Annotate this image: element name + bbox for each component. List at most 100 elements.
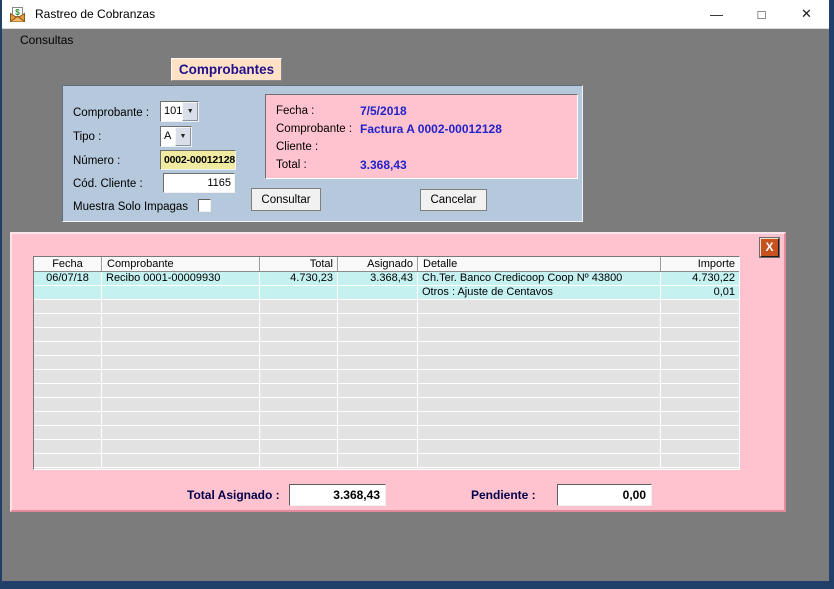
empty-row [34, 412, 739, 426]
empty-row [34, 328, 739, 342]
column-header-1[interactable]: Comprobante [102, 257, 260, 271]
empty-row [34, 356, 739, 370]
table-cell [34, 412, 102, 425]
tipo-select[interactable]: A ▼ [160, 126, 192, 147]
grid-body: 06/07/18Recibo 0001-000099304.730,233.36… [34, 272, 739, 468]
table-cell [260, 398, 338, 411]
table-cell [418, 454, 661, 467]
table-cell [661, 454, 739, 467]
muestra-solo-impagas-checkbox[interactable] [198, 199, 211, 212]
column-header-3[interactable]: Asignado [338, 257, 418, 271]
table-cell[interactable] [102, 286, 260, 299]
empty-row [34, 384, 739, 398]
desktop-background: $ Rastreo de Cobranzas — □ ✕ Consultas C… [0, 0, 834, 589]
table-cell [338, 454, 418, 467]
table-cell[interactable]: 4.730,22 [661, 272, 739, 285]
table-cell [418, 412, 661, 425]
empty-row [34, 440, 739, 454]
table-cell [34, 370, 102, 383]
table-cell [338, 412, 418, 425]
table-cell[interactable] [338, 286, 418, 299]
cliente-label: Cliente : [276, 141, 360, 153]
table-cell[interactable]: 06/07/18 [34, 272, 102, 285]
table-cell [418, 398, 661, 411]
app-window: $ Rastreo de Cobranzas — □ ✕ Consultas C… [2, 0, 829, 581]
table-cell [34, 398, 102, 411]
table-cell [260, 384, 338, 397]
chevron-down-icon[interactable]: ▼ [182, 102, 198, 121]
table-row[interactable]: 06/07/18Recibo 0001-000099304.730,233.36… [34, 272, 739, 286]
table-cell [338, 370, 418, 383]
table-cell [338, 300, 418, 313]
table-cell [102, 454, 260, 467]
table-cell [418, 300, 661, 313]
cancelar-button[interactable]: Cancelar [420, 189, 487, 211]
pendiente-field[interactable]: 0,00 [557, 484, 652, 506]
form-area: Comprobantes Comprobante : 101 ▼ Tipo : … [2, 50, 829, 581]
table-cell [418, 370, 661, 383]
comprobante-select[interactable]: 101 ▼ [160, 101, 199, 122]
total-asignado-label: Total Asignado : [187, 488, 280, 502]
table-cell [661, 300, 739, 313]
column-header-2[interactable]: Total [260, 257, 338, 271]
total-asignado-field[interactable]: 3.368,43 [289, 484, 386, 506]
table-cell [260, 454, 338, 467]
cod-cliente-input[interactable]: 1165 [163, 173, 235, 193]
table-cell [338, 328, 418, 341]
table-cell[interactable]: Ch.Ter. Banco Credicoop Coop Nº 43800 [418, 272, 661, 285]
column-header-5[interactable]: Importe [661, 257, 739, 271]
table-cell [418, 426, 661, 439]
table-cell[interactable]: 0,01 [661, 286, 739, 299]
empty-row [34, 300, 739, 314]
table-row[interactable]: Otros : Ajuste de Centavos0,01 [34, 286, 739, 300]
table-cell [34, 384, 102, 397]
table-cell [418, 384, 661, 397]
maximize-icon[interactable]: □ [739, 0, 784, 28]
table-cell [661, 328, 739, 341]
table-cell [34, 328, 102, 341]
grid-header-row: FechaComprobanteTotalAsignadoDetalleImpo… [34, 257, 739, 272]
info-row-comprobante: Comprobante : Factura A 0002-00012128 [276, 120, 577, 138]
title-bar: $ Rastreo de Cobranzas — □ ✕ [2, 0, 829, 29]
tipo-label: Tipo : [73, 131, 101, 143]
table-cell[interactable]: 4.730,23 [260, 272, 338, 285]
table-cell [338, 426, 418, 439]
table-cell [102, 426, 260, 439]
table-cell[interactable]: Recibo 0001-00009930 [102, 272, 260, 285]
table-cell[interactable]: Otros : Ajuste de Centavos [418, 286, 661, 299]
consultar-button[interactable]: Consultar [251, 188, 321, 211]
close-results-icon[interactable]: X [760, 238, 779, 257]
table-cell [661, 398, 739, 411]
svg-text:$: $ [15, 8, 20, 17]
column-header-0[interactable]: Fecha [34, 257, 102, 271]
table-cell [34, 356, 102, 369]
window-title: Rastreo de Cobranzas [35, 7, 155, 21]
table-cell [338, 440, 418, 453]
table-cell [34, 426, 102, 439]
table-cell[interactable]: 3.368,43 [338, 272, 418, 285]
info-row-fecha: Fecha : 7/5/2018 [276, 102, 577, 120]
table-cell [661, 370, 739, 383]
results-grid: FechaComprobanteTotalAsignadoDetalleImpo… [33, 256, 740, 470]
table-cell [34, 314, 102, 327]
table-cell [34, 342, 102, 355]
column-header-4[interactable]: Detalle [418, 257, 661, 271]
table-cell [260, 370, 338, 383]
chevron-down-icon[interactable]: ▼ [175, 127, 191, 146]
table-cell[interactable] [34, 286, 102, 299]
table-cell [260, 328, 338, 341]
table-cell [338, 342, 418, 355]
comprobante-info-panel: Fecha : 7/5/2018 Comprobante : Factura A… [265, 94, 578, 179]
close-icon[interactable]: ✕ [784, 0, 829, 28]
minimize-icon[interactable]: — [694, 0, 739, 28]
page-title: Comprobantes [171, 58, 282, 81]
info-row-total: Total : 3.368,43 [276, 156, 577, 174]
numero-input[interactable]: 0002-00012128 [160, 150, 236, 170]
table-cell [102, 328, 260, 341]
table-cell[interactable] [260, 286, 338, 299]
window-controls: — □ ✕ [694, 0, 829, 28]
query-panel: Comprobante : 101 ▼ Tipo : A ▼ Número : … [62, 85, 583, 222]
menu-item-consultas[interactable]: Consultas [16, 31, 77, 49]
table-cell [418, 314, 661, 327]
empty-row [34, 398, 739, 412]
